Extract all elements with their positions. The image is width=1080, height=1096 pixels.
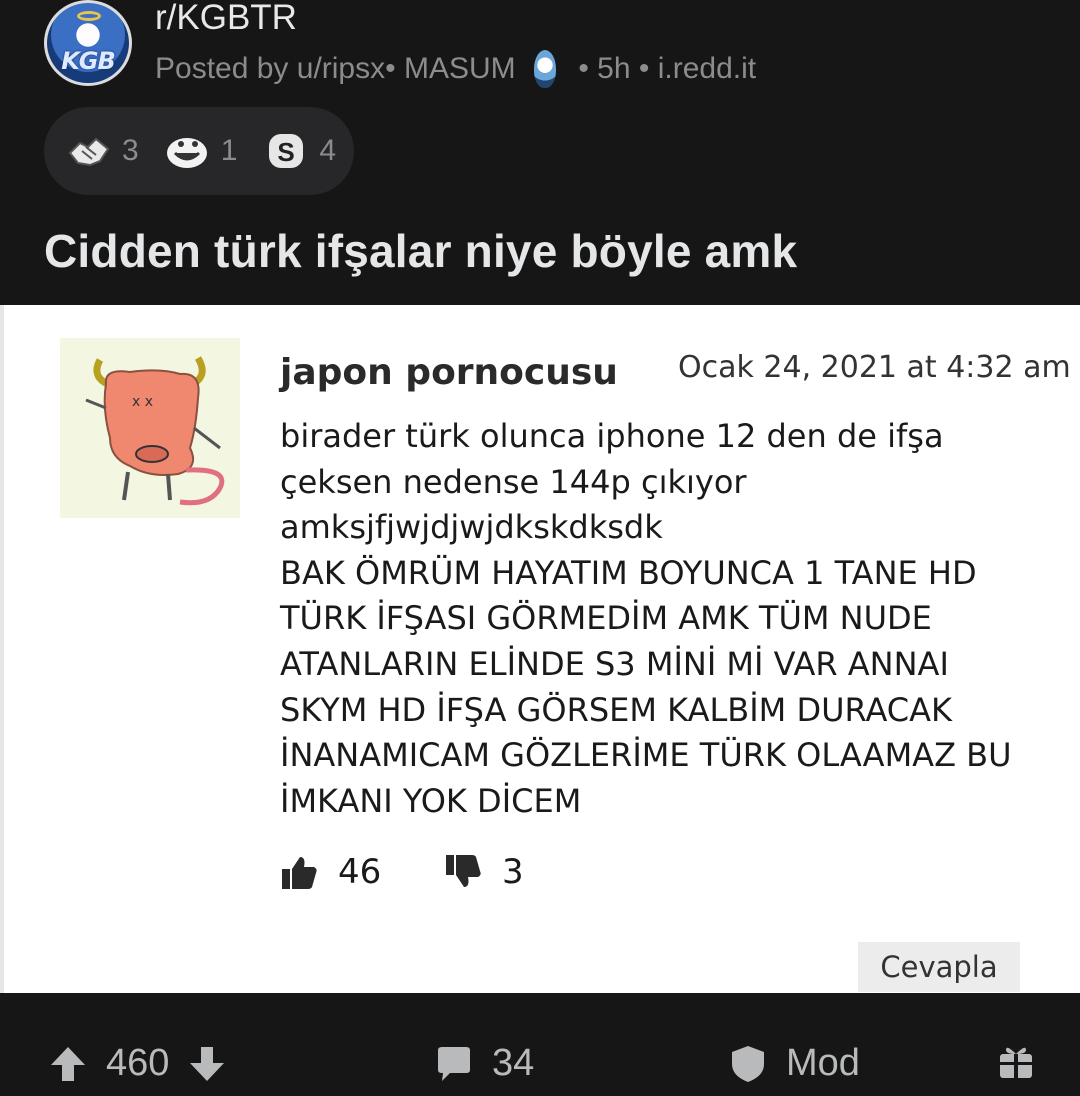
- comment-line: amksjfjwjdjwjdkskdksdk: [280, 508, 663, 547]
- comment-bubble-icon: [438, 1046, 470, 1081]
- comment-line: çeksen nedense 144p çıkıyor: [280, 462, 747, 501]
- laughing-face-award-icon: [166, 138, 207, 168]
- award-handshake[interactable]: 3: [66, 131, 139, 171]
- vote-bar: 460: [48, 1042, 227, 1085]
- handshake-award-icon: [68, 137, 110, 167]
- award-gift-button[interactable]: [996, 1042, 1036, 1082]
- gift-icon: [1000, 1047, 1032, 1078]
- award-coin[interactable]: S 4: [263, 131, 336, 171]
- award-laughing[interactable]: 1: [165, 131, 238, 171]
- s-coin-award-icon: S: [269, 134, 304, 168]
- halo-icon: [77, 11, 101, 21]
- image-edge: [0, 305, 4, 993]
- award-count: 3: [122, 134, 139, 167]
- svg-text:x x: x x: [132, 394, 153, 410]
- thumbs-up-icon: [282, 857, 317, 889]
- dislike-count: 3: [502, 852, 524, 892]
- user-flair: MASUM: [403, 52, 516, 85]
- comments-button[interactable]: 34: [434, 1042, 534, 1085]
- comment-date: Ocak 24, 2021 at 4:32 am: [678, 350, 1071, 385]
- svg-text:S: S: [278, 137, 295, 167]
- comment-avatar: x x: [60, 338, 240, 518]
- subreddit-avatar[interactable]: KGB: [44, 0, 132, 86]
- score-count: 460: [106, 1042, 170, 1084]
- award-count: 1: [220, 134, 238, 167]
- upvote-arrow-icon[interactable]: [48, 1044, 88, 1084]
- comment-dislike: 3: [444, 852, 524, 892]
- awards-pill[interactable]: 3 1 S 4: [44, 107, 354, 195]
- comment-author: japon pornocusu: [280, 352, 618, 393]
- comment-line: İNANAMICAM GÖZLERİME TÜRK OLAAMAZ BU: [280, 736, 1012, 775]
- comment-line: birader türk olunca iphone 12 den de ifş…: [280, 417, 944, 455]
- comment-line: ATANLARIN ELİNDE S3 MİNİ Mİ VAR ANNAI: [280, 644, 949, 683]
- award-count: 4: [319, 134, 337, 167]
- posted-by[interactable]: Posted by u/ripsx•: [155, 52, 396, 85]
- comment-line: İMKANI YOK DİCEM: [280, 781, 582, 820]
- comment-count: 34: [492, 1042, 535, 1084]
- comment-line: TÜRK İFŞASI GÖRMEDİM AMK TÜM NUDE: [280, 599, 932, 638]
- post-domain[interactable]: • i.redd.it: [639, 52, 756, 85]
- comment-line: SKYM HD İFŞA GÖRSEM KALBİM DURACAK: [280, 690, 952, 729]
- subreddit-name[interactable]: r/KGBTR: [155, 0, 297, 38]
- comment-like: 46: [280, 852, 381, 892]
- flair-emoji-icon: [533, 50, 556, 88]
- like-count: 46: [338, 852, 382, 892]
- post-meta: Posted by u/ripsx• MASUM • 5h • i.redd.i…: [155, 50, 756, 88]
- comment-line: BAK ÖMRÜM HAYATIM BOYUNCA 1 TANE HD: [280, 553, 977, 592]
- mod-button[interactable]: Mod: [728, 1042, 860, 1085]
- post-time: • 5h: [578, 52, 631, 85]
- thumbs-down-icon: [446, 855, 481, 887]
- post-title[interactable]: Cidden türk ifşalar niye böyle amk: [44, 224, 797, 278]
- reply-button: Cevapla: [858, 942, 1020, 992]
- downvote-arrow-icon[interactable]: [187, 1044, 227, 1084]
- cartoon-bull-avatar-icon: x x: [60, 338, 240, 518]
- avatar-logo-text: KGB: [61, 47, 116, 75]
- mod-label: Mod: [786, 1042, 860, 1084]
- shield-icon: [732, 1045, 764, 1082]
- comment-body: birader türk olunca iphone 12 den de ifş…: [280, 414, 1040, 824]
